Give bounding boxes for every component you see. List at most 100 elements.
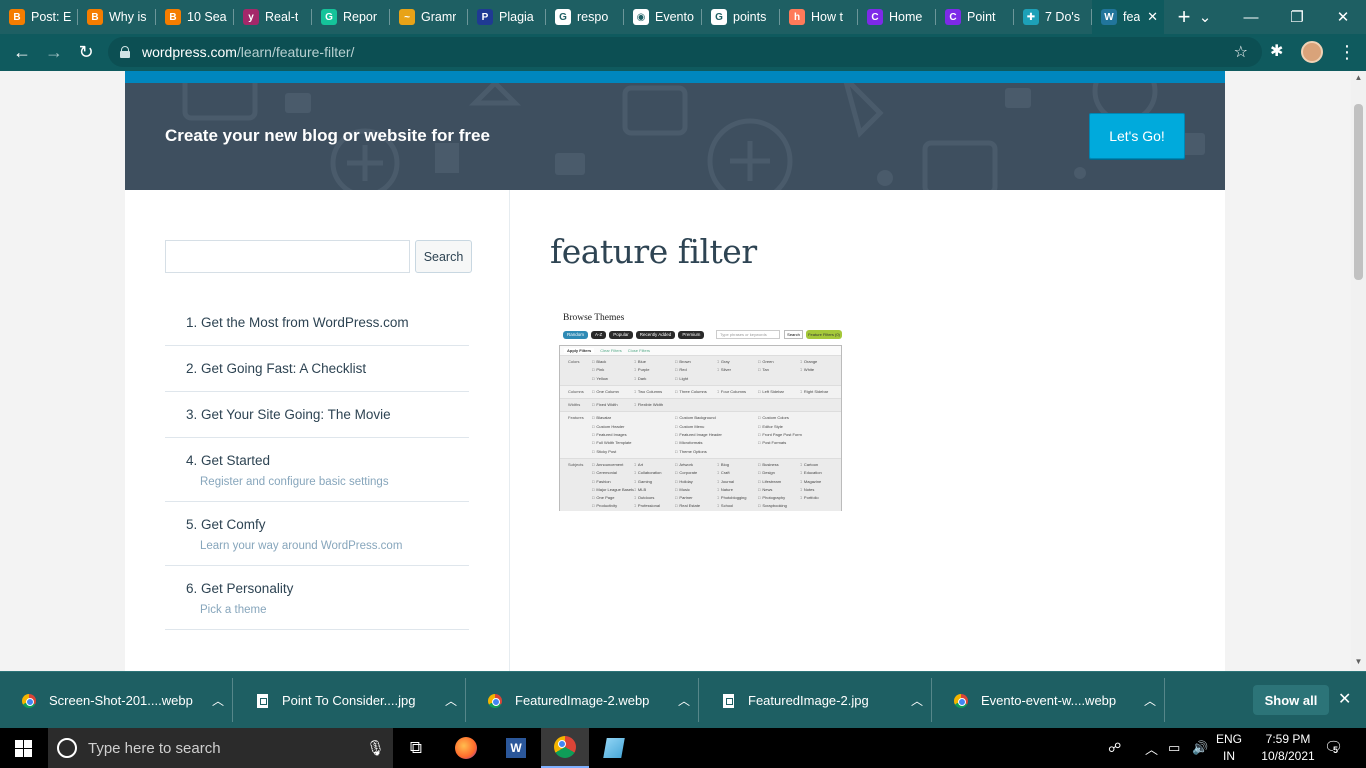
task-view-icon[interactable]: ⧉	[392, 728, 440, 768]
thumb-filter-option: Right Sidebar	[800, 388, 842, 396]
minimize-icon[interactable]: —	[1228, 0, 1274, 34]
thumb-filter-option: Art	[634, 461, 676, 469]
download-item[interactable]: FeaturedImage-2.jpg ︿	[699, 672, 932, 729]
browser-tab[interactable]: C Point	[936, 0, 1014, 34]
taskbar-search[interactable]: Type here to search	[48, 728, 393, 768]
sidebar-search-input[interactable]	[165, 240, 410, 273]
language-indicator[interactable]: ENG IN	[1216, 731, 1242, 765]
nav-item[interactable]: 4. Get Started Register and configure bas…	[165, 438, 469, 502]
close-downloads-icon[interactable]: ✕	[1338, 689, 1351, 709]
back-icon[interactable]: ←	[6, 37, 38, 69]
battery-icon[interactable]: ▭	[1168, 728, 1180, 768]
browser-tab[interactable]: B Why is	[78, 0, 156, 34]
close-tab-icon[interactable]: ✕	[1147, 9, 1158, 25]
nav-item-label[interactable]: 4. Get Started	[186, 453, 270, 468]
show-all-button[interactable]: Show all	[1253, 685, 1329, 715]
tab-title: Post: E	[31, 10, 72, 24]
url-text[interactable]: wordpress.com/learn/feature-filter/	[142, 44, 354, 60]
browser-tab[interactable]: B 10 Sea	[156, 0, 234, 34]
thumb-filter-option: Featured Image Header	[675, 431, 758, 439]
nav-item[interactable]: 6. Get Personality Pick a theme	[165, 566, 469, 630]
nav-item-subtitle[interactable]: Pick a theme	[200, 604, 469, 616]
browser-tab[interactable]: B Post: E	[0, 0, 78, 34]
thumb-filter-option: Featured Images	[592, 431, 675, 439]
nav-item-subtitle[interactable]: Register and configure basic settings	[200, 476, 469, 488]
browser-tab[interactable]: Wfea ✕	[1092, 0, 1164, 34]
lang-bottom: IN	[1223, 749, 1235, 763]
plagiarism-icon: P	[477, 9, 493, 25]
browser-tab[interactable]: P Plagia	[468, 0, 546, 34]
download-options-chevron-icon[interactable]: ︿	[902, 692, 932, 709]
notification-center-icon[interactable]: 🗨5	[1324, 738, 1343, 756]
thumb-filter-option: Four Columns	[717, 388, 759, 396]
download-options-chevron-icon[interactable]: ︿	[1135, 692, 1165, 709]
tab-title: Plagia	[499, 10, 534, 24]
scroll-thumb[interactable]	[1354, 104, 1363, 280]
nav-item[interactable]: 1. Get the Most from WordPress.com	[165, 300, 469, 346]
download-options-chevron-icon[interactable]: ︿	[669, 692, 699, 709]
notepad-icon[interactable]	[590, 728, 638, 768]
download-item[interactable]: Point To Consider....jpg ︿	[233, 672, 466, 729]
nav-item-subtitle[interactable]: Learn your way around WordPress.com	[200, 540, 469, 552]
word-icon[interactable]: W	[492, 728, 540, 768]
lets-go-button[interactable]: Let's Go!	[1089, 113, 1185, 159]
nav-item-text: Get Your Site Going: The Movie	[201, 407, 391, 422]
browser-tab[interactable]: Grespo	[546, 0, 624, 34]
nav-item-label[interactable]: 3. Get Your Site Going: The Movie	[186, 407, 391, 422]
thumb-filter-option: Partner	[675, 494, 717, 502]
nav-item-number: 4.	[186, 453, 198, 468]
show-hidden-icons-icon[interactable]: ︿	[1145, 728, 1158, 768]
nav-item-label[interactable]: 2. Get Going Fast: A Checklist	[186, 361, 366, 376]
firefox-icon[interactable]	[442, 728, 490, 768]
thumb-filter-option: Business	[758, 461, 800, 469]
forward-icon[interactable]: →	[38, 37, 70, 69]
people-icon[interactable]: ☍	[1108, 728, 1121, 768]
chrome-taskbar-icon[interactable]	[541, 728, 589, 768]
nav-item-text: Get Going Fast: A Checklist	[201, 361, 367, 376]
browser-tab[interactable]: y Real-t	[234, 0, 312, 34]
browser-tab[interactable]: ~ Gramr	[390, 0, 468, 34]
sidebar-search-button[interactable]: Search	[415, 240, 472, 273]
address-bar[interactable]: wordpress.com/learn/feature-filter/ ☆	[108, 37, 1262, 67]
microphone-icon[interactable]: 🎙	[366, 739, 385, 757]
download-options-chevron-icon[interactable]: ︿	[436, 692, 466, 709]
browser-tab[interactable]: ◉ Evento	[624, 0, 702, 34]
learn-nav-list: 1. Get the Most from WordPress.com 2. Get…	[165, 300, 469, 630]
nav-item[interactable]: 2. Get Going Fast: A Checklist	[165, 346, 469, 392]
download-item[interactable]: Screen-Shot-201....webp ︿	[0, 672, 233, 729]
page-scrollbar[interactable]: ▲ ▼	[1351, 71, 1366, 671]
tab-search-icon[interactable]: ⌄	[1182, 0, 1228, 34]
browser-tab[interactable]: C Home	[858, 0, 936, 34]
scroll-down-arrow-icon[interactable]: ▼	[1354, 657, 1363, 667]
lock-icon[interactable]	[120, 46, 130, 58]
download-options-chevron-icon[interactable]: ︿	[203, 692, 233, 709]
nav-item-label[interactable]: 6. Get Personality	[186, 581, 293, 596]
close-window-icon[interactable]: ✕	[1320, 0, 1366, 34]
chrome-file-icon	[21, 693, 37, 709]
clock[interactable]: 7:59 PM 10/8/2021	[1252, 731, 1324, 765]
canva-icon: C	[945, 9, 961, 25]
windows-start-icon[interactable]	[15, 740, 32, 757]
bookmark-star-icon[interactable]: ☆	[1234, 42, 1248, 62]
taskbar-search-placeholder: Type here to search	[88, 739, 221, 757]
download-item[interactable]: Evento-event-w....webp ︿	[932, 672, 1165, 729]
thumb-filter-option: Silver	[717, 366, 759, 374]
browser-tab[interactable]: Gpoints	[702, 0, 780, 34]
volume-icon[interactable]: 🔊	[1192, 728, 1208, 768]
feature-filter-screenshot[interactable]: Browse Themes Random A-Z Popular Recently A…	[558, 313, 843, 511]
download-item[interactable]: FeaturedImage-2.webp ︿	[466, 672, 699, 729]
extensions-puzzle-icon[interactable]: ✱	[1270, 41, 1283, 61]
reload-icon[interactable]: ↻	[70, 37, 102, 69]
browser-tab[interactable]: ✚ 7 Do's	[1014, 0, 1092, 34]
profile-avatar[interactable]	[1301, 41, 1323, 63]
nav-item-label[interactable]: 5. Get Comfy	[186, 517, 266, 532]
thumb-filter-row-label: Features	[568, 415, 584, 421]
scroll-up-arrow-icon[interactable]: ▲	[1354, 73, 1363, 83]
restore-icon[interactable]: ❐	[1274, 0, 1320, 34]
nav-item[interactable]: 3. Get Your Site Going: The Movie	[165, 392, 469, 438]
browser-tab[interactable]: G Repor	[312, 0, 390, 34]
nav-item[interactable]: 5. Get Comfy Learn your way around WordPr…	[165, 502, 469, 566]
nav-item-label[interactable]: 1. Get the Most from WordPress.com	[186, 315, 409, 330]
browser-tab[interactable]: h How t	[780, 0, 858, 34]
menu-dots-icon[interactable]: ⋮	[1338, 38, 1356, 66]
